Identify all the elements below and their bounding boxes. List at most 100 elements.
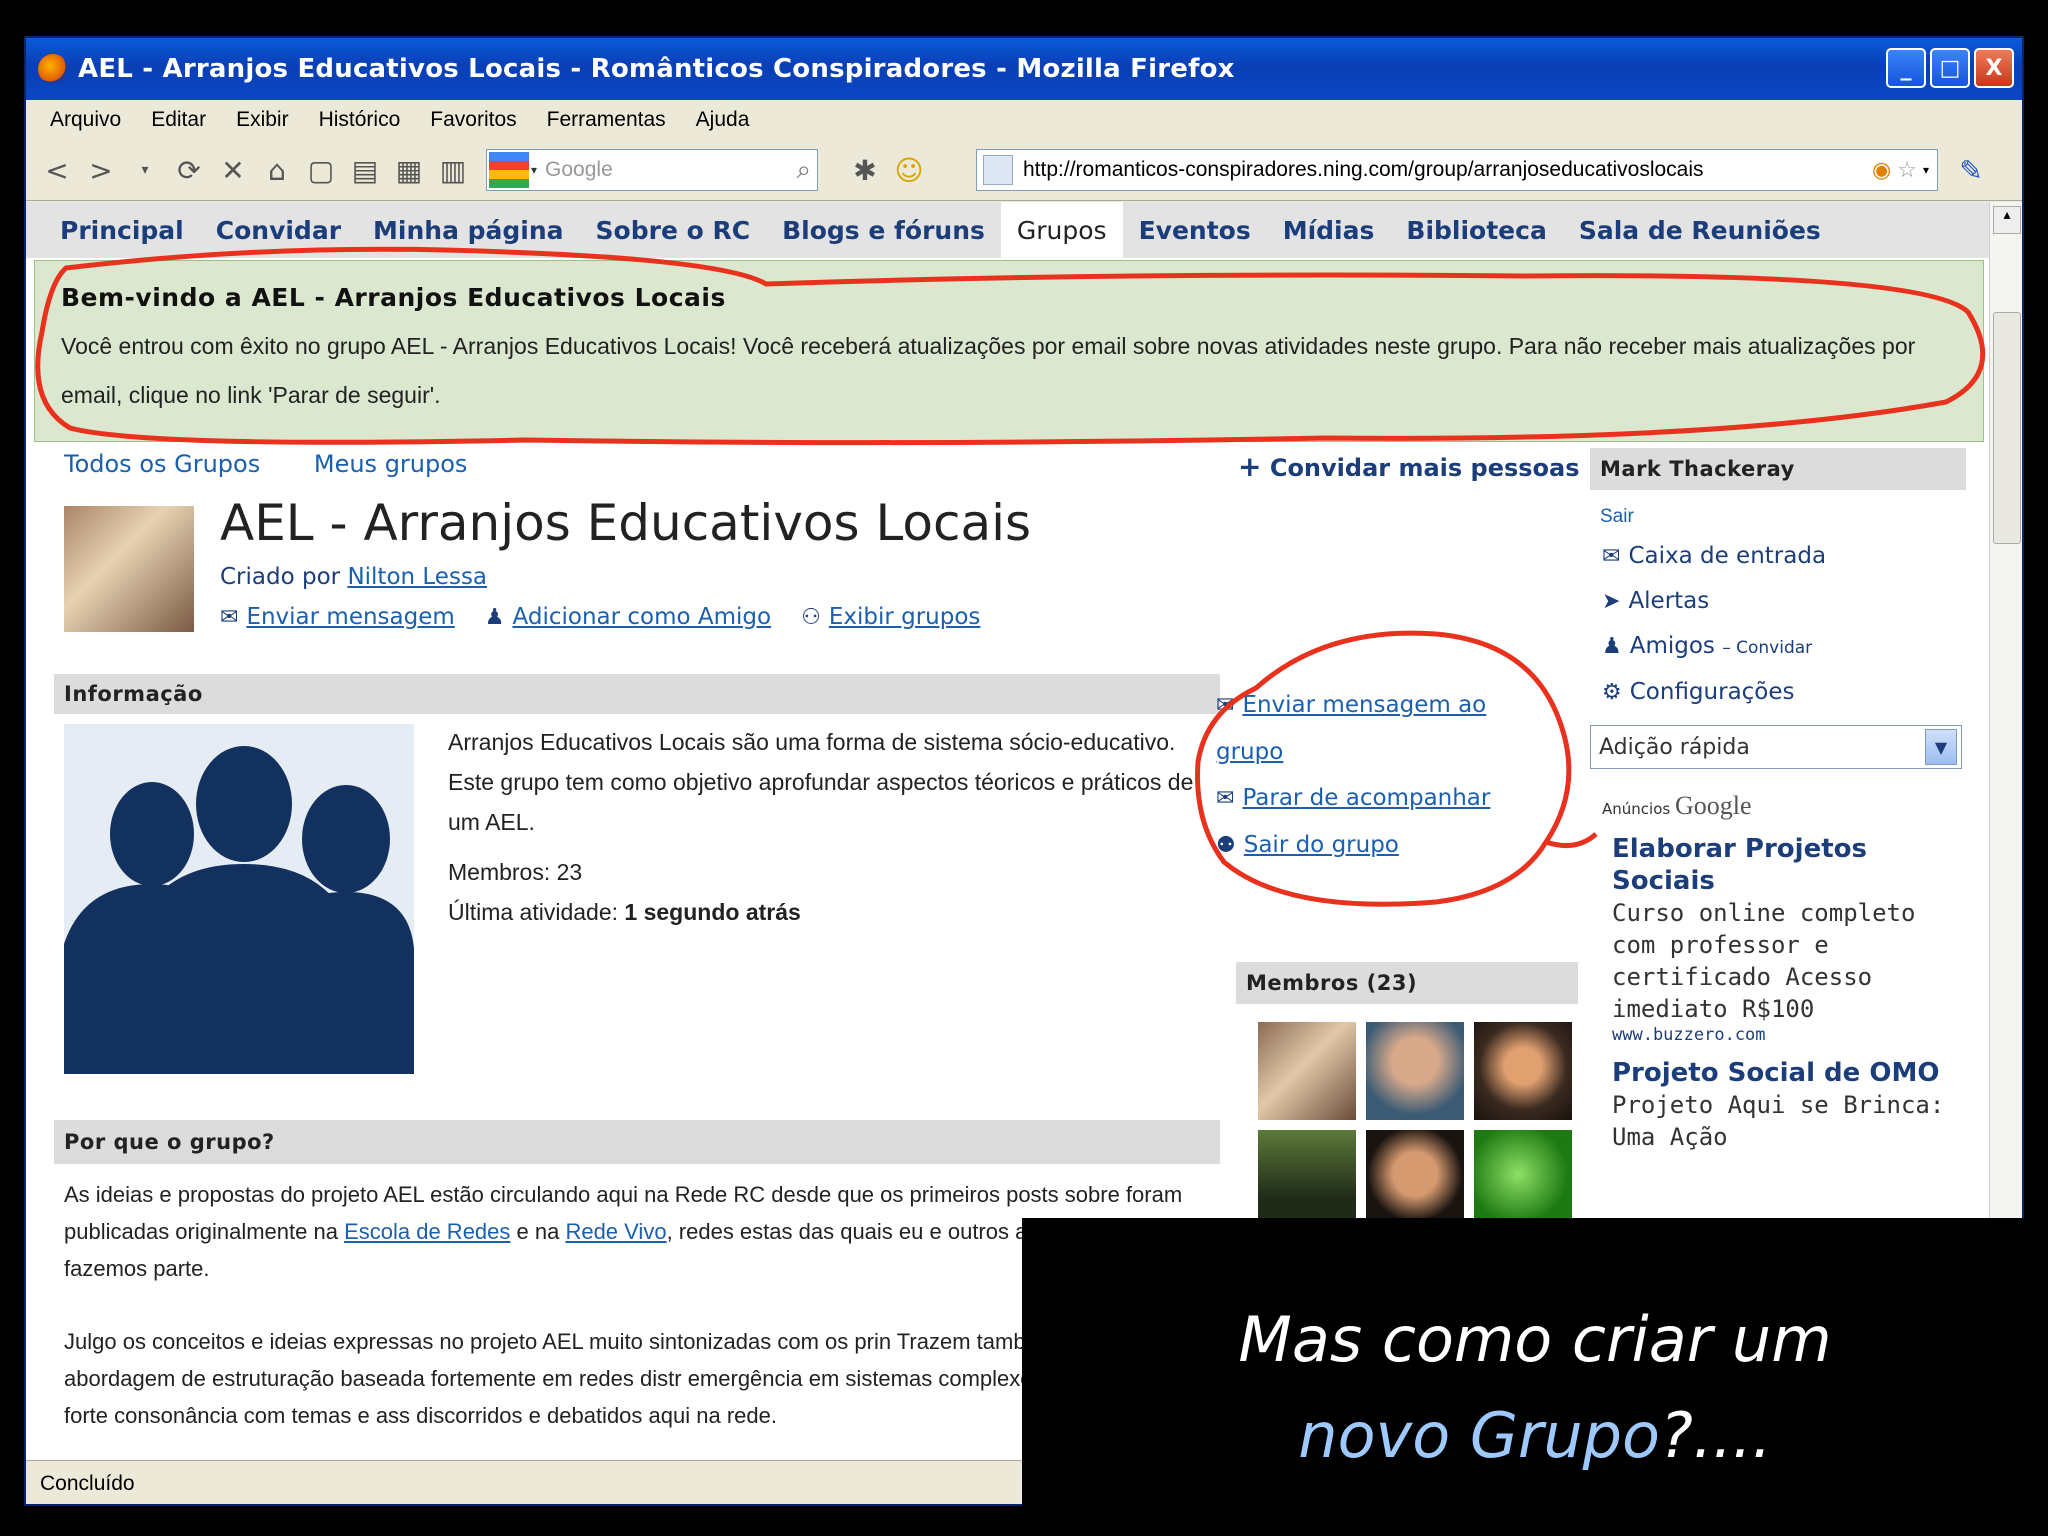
nav-minha-pagina[interactable]: Minha página (357, 202, 580, 258)
title-bar: AEL - Arranjos Educativos Locais - Român… (26, 38, 2022, 100)
site-nav: Principal Convidar Minha página Sobre o … (26, 202, 1992, 258)
all-groups-link[interactable]: Todos os Grupos (64, 450, 260, 478)
menu-editar[interactable]: Editar (151, 108, 206, 132)
scroll-up-icon[interactable]: ▴ (1993, 206, 2021, 234)
info-heading: Informação (54, 674, 1220, 714)
creator-avatar[interactable] (64, 506, 194, 632)
google-brand: Google (1674, 791, 1752, 820)
stop-icon[interactable]: ✕ (216, 154, 250, 187)
ad2-title[interactable]: Projeto Social de OMO (1602, 1057, 1966, 1089)
close-button[interactable]: X (1974, 48, 2014, 88)
people-silhouette-icon (64, 724, 414, 1074)
member-avatar[interactable] (1258, 1022, 1356, 1120)
add-friend-icon: ♟ (484, 605, 505, 630)
members-heading: Membros (23) (1236, 962, 1578, 1004)
add-friend-link[interactable]: Adicionar como Amigo (513, 604, 772, 630)
menu-ferramentas[interactable]: Ferramentas (547, 108, 666, 132)
nav-principal[interactable]: Principal (44, 202, 200, 258)
leave-group-link[interactable]: Sair do grupo (1244, 832, 1399, 858)
menu-favoritos[interactable]: Favoritos (430, 108, 516, 132)
members-count-row: Membros: 23 (448, 852, 1208, 892)
logout-link[interactable]: Sair (1600, 506, 1966, 528)
minimize-button[interactable]: _ (1886, 48, 1926, 88)
member-avatar[interactable] (1258, 1130, 1356, 1228)
member-avatar[interactable] (1366, 1130, 1464, 1228)
bookmarks-icon[interactable]: ▤ (348, 154, 382, 187)
unfollow-link[interactable]: Parar de acompanhar (1242, 785, 1490, 811)
inbox-icon: ✉ (1602, 544, 1621, 569)
escola-de-redes-link[interactable]: Escola de Redes (344, 1219, 510, 1244)
back-icon[interactable]: < (40, 154, 74, 187)
welcome-message: Você entrou com êxito no grupo AEL - Arr… (61, 333, 1916, 408)
magnifier-icon[interactable]: ⌕ (796, 155, 811, 186)
nav-biblioteca[interactable]: Biblioteca (1390, 202, 1562, 258)
menu-ajuda[interactable]: Ajuda (696, 108, 750, 132)
ad1-body: Curso online completo com professor e ce… (1612, 899, 1916, 1023)
invite-friends-link[interactable]: – Convidar (1722, 638, 1812, 658)
message-group-link[interactable]: Enviar mensagem ao (1242, 692, 1486, 718)
menu-arquivo[interactable]: Arquivo (50, 108, 121, 132)
star-icon[interactable]: ☆ (1897, 157, 1917, 183)
menu-exibir[interactable]: Exibir (236, 108, 289, 132)
nav-sala-reunioes[interactable]: Sala de Reuniões (1563, 202, 1837, 258)
maximize-button[interactable]: □ (1930, 48, 1970, 88)
nav-convidar[interactable]: Convidar (200, 202, 357, 258)
rede-vivo-link[interactable]: Rede Vivo (565, 1219, 666, 1244)
nav-sobre[interactable]: Sobre o RC (580, 202, 767, 258)
ad1-url[interactable]: www.buzzero.com (1602, 1025, 1966, 1045)
scroll-thumb[interactable] (1993, 312, 2021, 544)
member-avatar[interactable] (1366, 1022, 1464, 1120)
print-icon[interactable]: ▦ (392, 154, 426, 187)
user-links: ✉ Caixa de entrada ➤ Alertas ♟ Amigos – Con… (1602, 534, 1966, 715)
settings-link[interactable]: Configurações (1630, 679, 1795, 705)
leave-group-icon: ⚉ (1216, 833, 1236, 858)
search-input[interactable]: Google (537, 158, 796, 182)
library-icon[interactable]: ▥ (436, 154, 470, 187)
quick-add-select[interactable]: Adição rápida ▼ (1590, 725, 1962, 769)
reload-icon[interactable]: ⟳ (172, 154, 206, 187)
message-group-link-cont[interactable]: grupo (1216, 739, 1283, 765)
my-groups-link[interactable]: Meus grupos (314, 450, 468, 478)
inbox-link[interactable]: Caixa de entrada (1628, 543, 1826, 569)
created-by-label: Criado por (220, 564, 341, 590)
friends-link[interactable]: Amigos (1630, 633, 1715, 659)
search-box[interactable]: ▾ Google ⌕ (486, 149, 818, 191)
member-avatar[interactable] (1474, 1022, 1572, 1120)
forward-icon[interactable]: > (84, 154, 118, 187)
nav-eventos[interactable]: Eventos (1123, 202, 1267, 258)
url-text[interactable]: http://romanticos-conspiradores.ning.com… (1023, 158, 1872, 182)
page-icon[interactable]: ▢ (304, 154, 338, 187)
invite-more-link[interactable]: + Convidar mais pessoas (1238, 450, 1580, 483)
status-text: Concluído (40, 1472, 135, 1495)
alerts-link[interactable]: Alertas (1628, 588, 1709, 614)
members-label: Membros: (448, 859, 551, 885)
creator-link[interactable]: Nilton Lessa (347, 564, 487, 590)
ads-header: Anúncios Google (1602, 791, 1966, 821)
menu-historico[interactable]: Histórico (319, 108, 401, 132)
member-avatar[interactable] (1474, 1130, 1572, 1228)
nav-grupos[interactable]: Grupos (1000, 202, 1123, 258)
friends-icon: ♟ (1602, 634, 1622, 659)
quick-add-value: Adição rápida (1599, 734, 1750, 760)
rss-icon[interactable]: ◉ (1872, 157, 1891, 183)
home-icon[interactable]: ⌂ (260, 154, 294, 187)
members-box: Membros (23) (1236, 962, 1578, 1228)
ad1-title[interactable]: Elaborar Projetos Sociais (1602, 833, 1966, 897)
user-name: Mark Thackeray (1590, 448, 1966, 490)
members-grid (1258, 1022, 1578, 1228)
group-title: AEL - Arranjos Educativos Locais (220, 494, 1032, 552)
addon-icon[interactable]: ✱ (848, 154, 882, 187)
url-dropdown-icon[interactable]: ▾ (1923, 163, 1929, 177)
send-message-link[interactable]: Enviar mensagem (246, 604, 454, 630)
history-dropdown-icon[interactable]: ▾ (128, 162, 162, 178)
smiley-icon[interactable]: ☺ (892, 154, 926, 187)
extension-icon[interactable]: ✎ (1954, 154, 1988, 187)
chevron-down-icon[interactable]: ▼ (1925, 729, 1957, 765)
ad2-body: Projeto Aqui se Brinca: Uma Ação (1612, 1091, 1945, 1151)
nav-blogs[interactable]: Blogs e fóruns (766, 202, 1001, 258)
view-groups-link[interactable]: Exibir grupos (829, 604, 981, 630)
address-bar[interactable]: http://romanticos-conspiradores.ning.com… (976, 149, 1938, 191)
nav-midias[interactable]: Mídias (1267, 202, 1391, 258)
caption-text: Mas como criar um novo Grupo?.... (1022, 1292, 2048, 1484)
window-title: AEL - Arranjos Educativos Locais - Român… (78, 54, 1235, 84)
